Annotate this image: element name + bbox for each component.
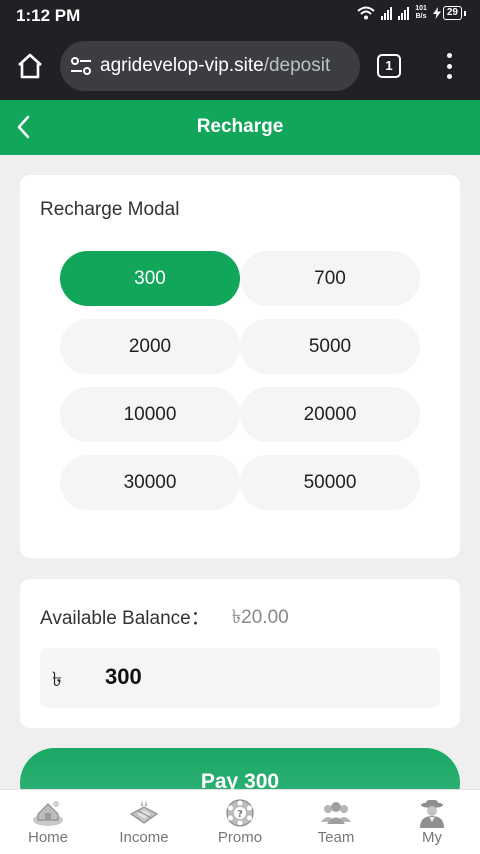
battery-icon: 29 (432, 6, 466, 20)
amount-options: 300 700 2000 5000 10000 20000 30000 5000… (60, 251, 420, 510)
amount-option-30000[interactable]: 30000 (60, 455, 240, 510)
nav-item-income[interactable]: Income (96, 790, 192, 854)
promo-icon: ? (226, 799, 254, 827)
status-indicators: 101 B/s 29 (357, 5, 466, 21)
app-header: Recharge (0, 100, 480, 155)
site-settings-icon[interactable] (70, 56, 92, 76)
bottom-nav: Home Income ? Promo Team My (0, 789, 480, 854)
available-balance: Available Balance： ৳20.00 (40, 603, 289, 635)
recharge-modal-card: Recharge Modal 300 700 2000 5000 10000 2… (20, 175, 460, 558)
amount-option-10000[interactable]: 10000 (60, 387, 240, 442)
amount-option-300[interactable]: 300 (60, 251, 240, 306)
amount-field[interactable]: ৳ (40, 648, 440, 708)
amount-option-700[interactable]: 700 (240, 251, 420, 306)
status-bar: 1:12 PM 101 B/s 29 (0, 0, 480, 32)
net-speed: 101 B/s (415, 5, 427, 20)
page-title: Recharge (196, 116, 284, 137)
nav-label: Team (317, 829, 355, 846)
amount-option-20000[interactable]: 20000 (240, 387, 420, 442)
amount-option-5000[interactable]: 5000 (240, 319, 420, 374)
signal-icon (381, 6, 393, 20)
address-bar[interactable]: agridevelop-vip.site/deposit (60, 41, 360, 91)
balance-value: ৳20.00 (231, 607, 289, 628)
nav-item-promo[interactable]: ? Promo (192, 790, 288, 854)
currency-symbol: ৳ (52, 669, 62, 691)
url-text: agridevelop-vip.site/deposit (100, 55, 331, 76)
svg-text:?: ? (237, 809, 243, 820)
recharge-modal-label: Recharge Modal (40, 199, 180, 220)
browser-toolbar: agridevelop-vip.site/deposit 1 (0, 32, 480, 100)
income-icon (129, 800, 159, 824)
tab-switcher-button[interactable]: 1 (377, 54, 401, 78)
home-icon (33, 801, 63, 826)
balance-card: Available Balance： ৳20.00 ৳ (20, 579, 460, 728)
charging-icon (432, 7, 441, 19)
nav-label: Promo (217, 829, 263, 846)
home-icon[interactable] (14, 50, 46, 82)
signal-icon (398, 6, 410, 20)
amount-input[interactable] (105, 664, 405, 690)
nav-item-home[interactable]: Home (0, 790, 96, 854)
nav-label: My (422, 829, 442, 846)
amount-option-2000[interactable]: 2000 (60, 319, 240, 374)
nav-item-my[interactable]: My (384, 790, 480, 854)
amount-option-50000[interactable]: 50000 (240, 455, 420, 510)
nav-label: Income (119, 829, 169, 846)
team-icon (321, 802, 351, 824)
profile-icon (420, 800, 444, 828)
balance-label: Available Balance： (40, 608, 210, 629)
wifi-icon (357, 6, 375, 20)
more-menu-icon[interactable] (442, 53, 456, 79)
nav-label: Home (27, 829, 68, 846)
nav-item-team[interactable]: Team (288, 790, 384, 854)
status-time: 1:12 PM (16, 6, 81, 25)
